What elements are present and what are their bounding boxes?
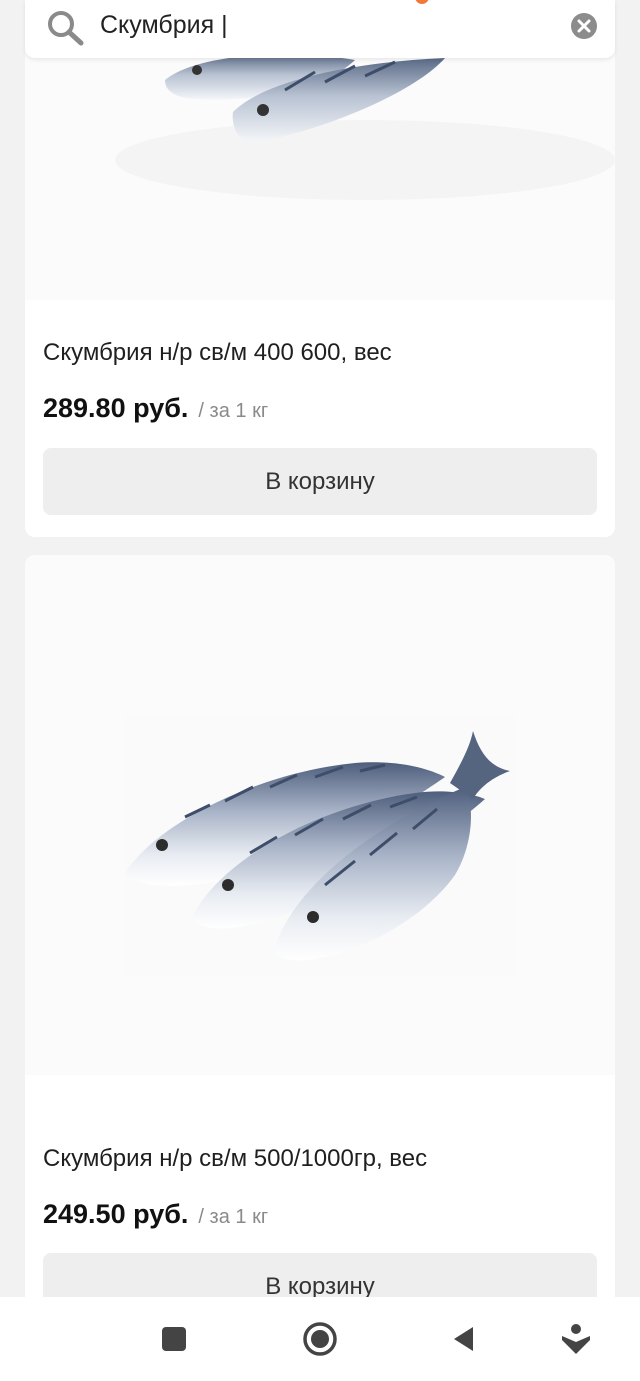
add-to-cart-button[interactable]: В корзину (43, 448, 597, 515)
product-title[interactable]: Скумбрия н/р св/м 400 600, вес (43, 338, 597, 368)
search-bar (25, 0, 615, 58)
clear-search-icon[interactable] (569, 11, 599, 41)
price-unit: / за 1 кг (198, 1206, 269, 1228)
assistant-button[interactable] (552, 1315, 600, 1363)
product-price: 249.50 руб. (43, 1199, 189, 1229)
back-button[interactable] (440, 1315, 488, 1363)
home-button[interactable] (296, 1315, 344, 1363)
product-title[interactable]: Скумбрия н/р св/м 500/1000гр, вес (43, 1144, 597, 1174)
home-circle-icon (303, 1322, 337, 1356)
system-navigation-bar (0, 1297, 640, 1381)
recent-apps-button[interactable] (150, 1315, 198, 1363)
product-card[interactable]: Скумбрия н/р св/м 400 600, вес 289.80 ру… (25, 0, 615, 537)
search-icon[interactable] (45, 8, 89, 48)
notification-dot (415, 0, 429, 4)
product-image[interactable] (25, 555, 615, 1075)
product-card[interactable]: Скумбрия н/р св/м 500/1000гр, вес 249.50… (25, 555, 615, 1315)
search-input[interactable] (100, 8, 560, 42)
product-price: 289.80 руб. (43, 393, 189, 423)
price-unit: / за 1 кг (198, 400, 269, 422)
assistant-icon (562, 1324, 590, 1354)
price-row: 289.80 руб. / за 1 кг (43, 393, 268, 424)
square-icon (162, 1327, 186, 1351)
price-row: 249.50 руб. / за 1 кг (43, 1199, 268, 1230)
mackerel-fish-image (125, 715, 515, 975)
back-triangle-icon (454, 1327, 473, 1351)
